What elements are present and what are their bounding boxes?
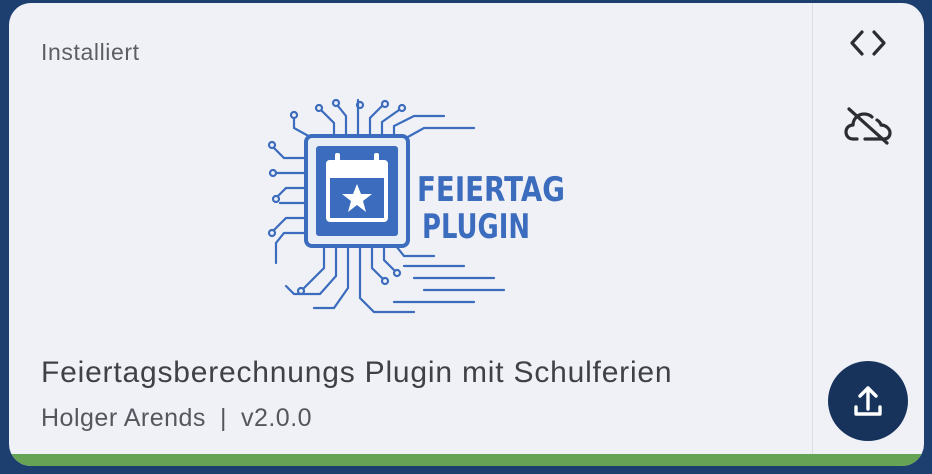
upload-button[interactable]	[828, 361, 908, 441]
cloud-sync-button[interactable]	[840, 97, 896, 153]
upload-icon	[854, 386, 882, 416]
side-divider	[812, 3, 813, 466]
meta-separator: |	[219, 404, 227, 432]
plugin-card[interactable]: Installiert FEIERTAG PLUGIN Feiertagsber…	[9, 3, 924, 466]
plugin-title: Feiertagsberechnungs Plugin mit Schulfer…	[41, 356, 673, 389]
author-name: Holger Arends	[41, 404, 206, 432]
plugin-meta: Holger Arends | v2.0.0	[41, 404, 312, 433]
status-label: Installiert	[41, 39, 140, 65]
install-progress-bar	[9, 454, 924, 466]
install-progress-fill	[9, 454, 924, 466]
code-icon	[850, 30, 886, 56]
logo-text-line1: FEIERTAG	[417, 170, 564, 210]
version-label: v2.0.0	[240, 404, 313, 432]
view-code-button[interactable]	[840, 15, 896, 71]
logo-text-line2: PLUGIN	[422, 207, 530, 247]
cloud-off-icon	[844, 107, 892, 145]
plugin-logo: FEIERTAG PLUGIN	[267, 98, 564, 314]
